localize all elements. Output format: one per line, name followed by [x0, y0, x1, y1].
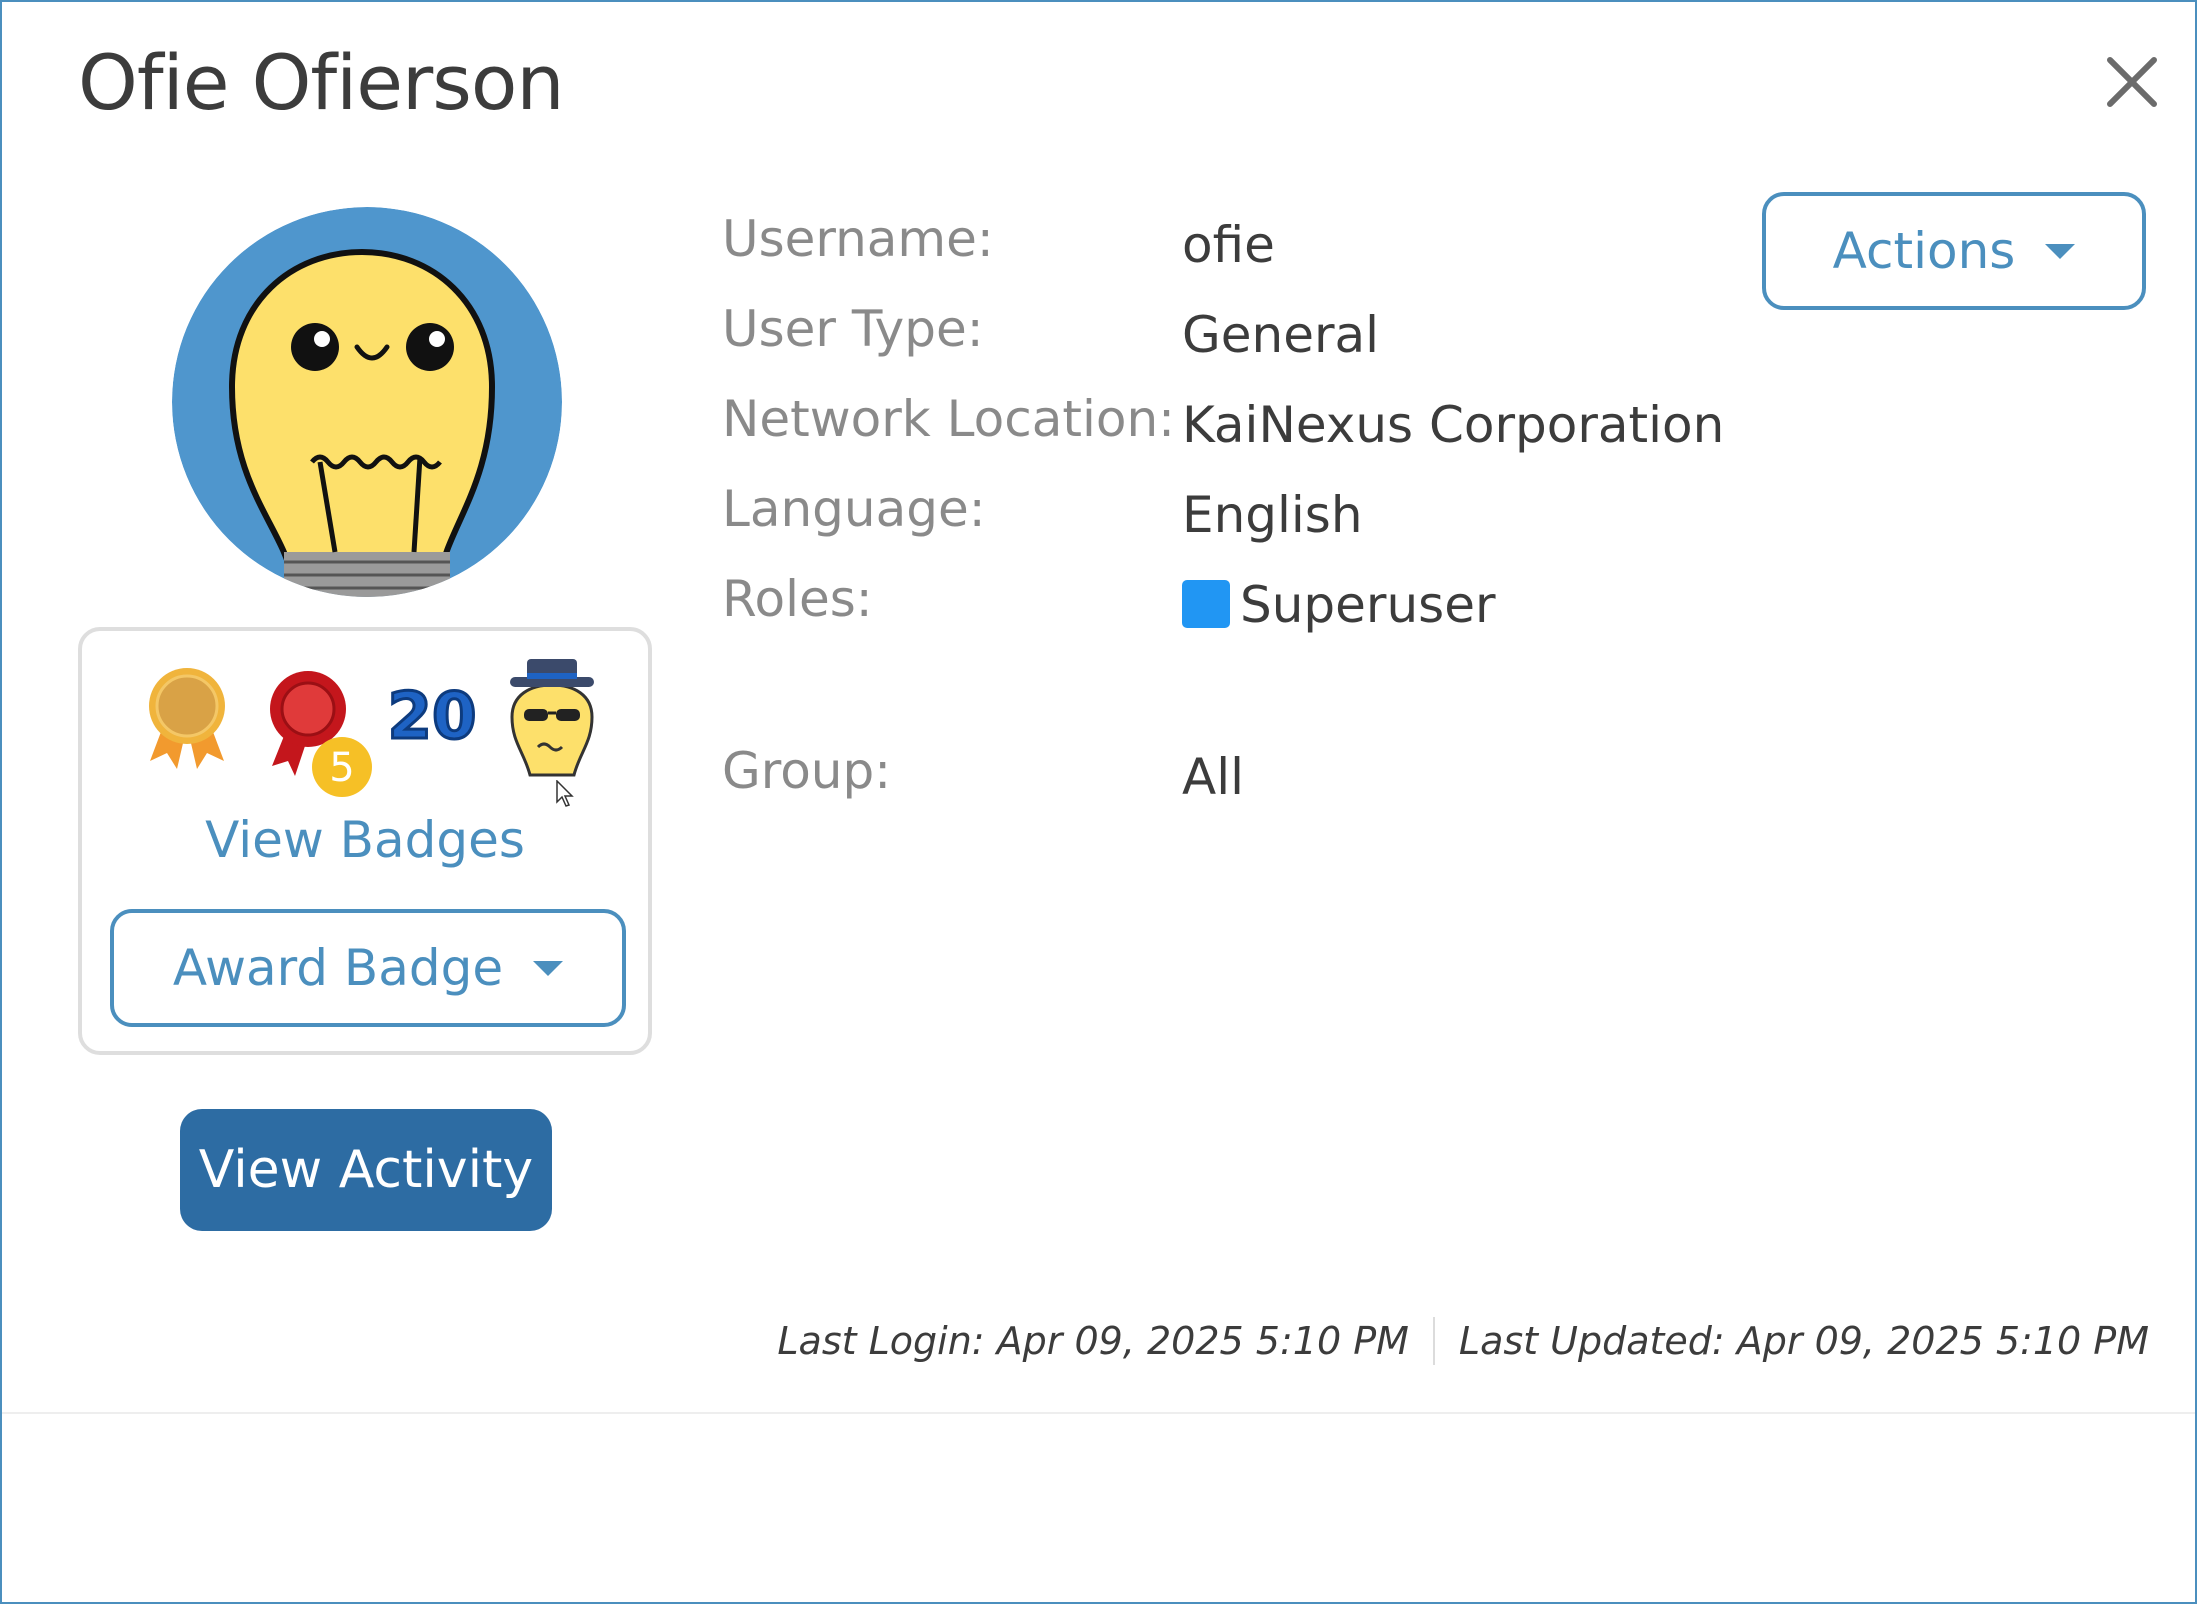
actions-dropdown-button[interactable]: Actions	[1762, 192, 2146, 310]
view-activity-button[interactable]: View Activity	[180, 1109, 552, 1231]
award-badge-button[interactable]: Award Badge	[110, 909, 626, 1027]
network-location-value: KaiNexus Corporation	[1182, 396, 1725, 454]
milestone-number: 20	[387, 680, 476, 754]
network-location-label: Network Location:	[722, 390, 1175, 448]
role-item: Superuser	[1182, 576, 1496, 634]
gold-ribbon-badge[interactable]	[142, 661, 232, 771]
award-badge-label: Award Badge	[172, 939, 504, 997]
caret-down-icon	[2045, 243, 2076, 259]
username-label: Username:	[722, 210, 994, 268]
footer-timestamps: Last Login: Apr 09, 2025 5:10 PM Last Up…	[777, 1317, 2149, 1365]
last-login: Last Login: Apr 09, 2025 5:10 PM	[777, 1319, 1409, 1363]
divider	[2, 1412, 2195, 1414]
avatar	[172, 207, 562, 597]
lightbulb-avatar	[172, 207, 562, 597]
roles-label: Roles:	[722, 570, 873, 628]
language-label: Language:	[722, 480, 986, 538]
divider	[1432, 1317, 1435, 1365]
number-20-badge[interactable]: 20	[382, 676, 482, 756]
badge-count-number: 5	[329, 745, 354, 791]
actions-label: Actions	[1832, 222, 2016, 280]
user-type-value: General	[1182, 306, 1380, 364]
red-rosette-badge[interactable]: 5	[260, 661, 380, 801]
user-profile-modal: Ofie Ofierson 5 20 View Badges Award Bad…	[0, 0, 2197, 1604]
spy-bulb-badge[interactable]	[502, 657, 602, 777]
cursor-icon	[556, 779, 576, 812]
group-label: Group:	[722, 742, 892, 800]
close-icon[interactable]	[2102, 52, 2162, 112]
last-updated: Last Updated: Apr 09, 2025 5:10 PM	[1458, 1319, 2149, 1363]
caret-down-icon	[533, 960, 564, 976]
view-badges-link[interactable]: View Badges	[82, 811, 648, 869]
page-title: Ofie Ofierson	[78, 38, 565, 127]
role-color-swatch	[1182, 580, 1230, 628]
language-value: English	[1182, 486, 1363, 544]
group-value: All	[1182, 748, 1244, 806]
role-name: Superuser	[1240, 576, 1496, 634]
badges-card: 5 20 View Badges Award Badge	[78, 627, 652, 1055]
username-value: ofie	[1182, 216, 1275, 274]
user-type-label: User Type:	[722, 300, 984, 358]
badge-icons-row: 5 20	[142, 659, 602, 797]
